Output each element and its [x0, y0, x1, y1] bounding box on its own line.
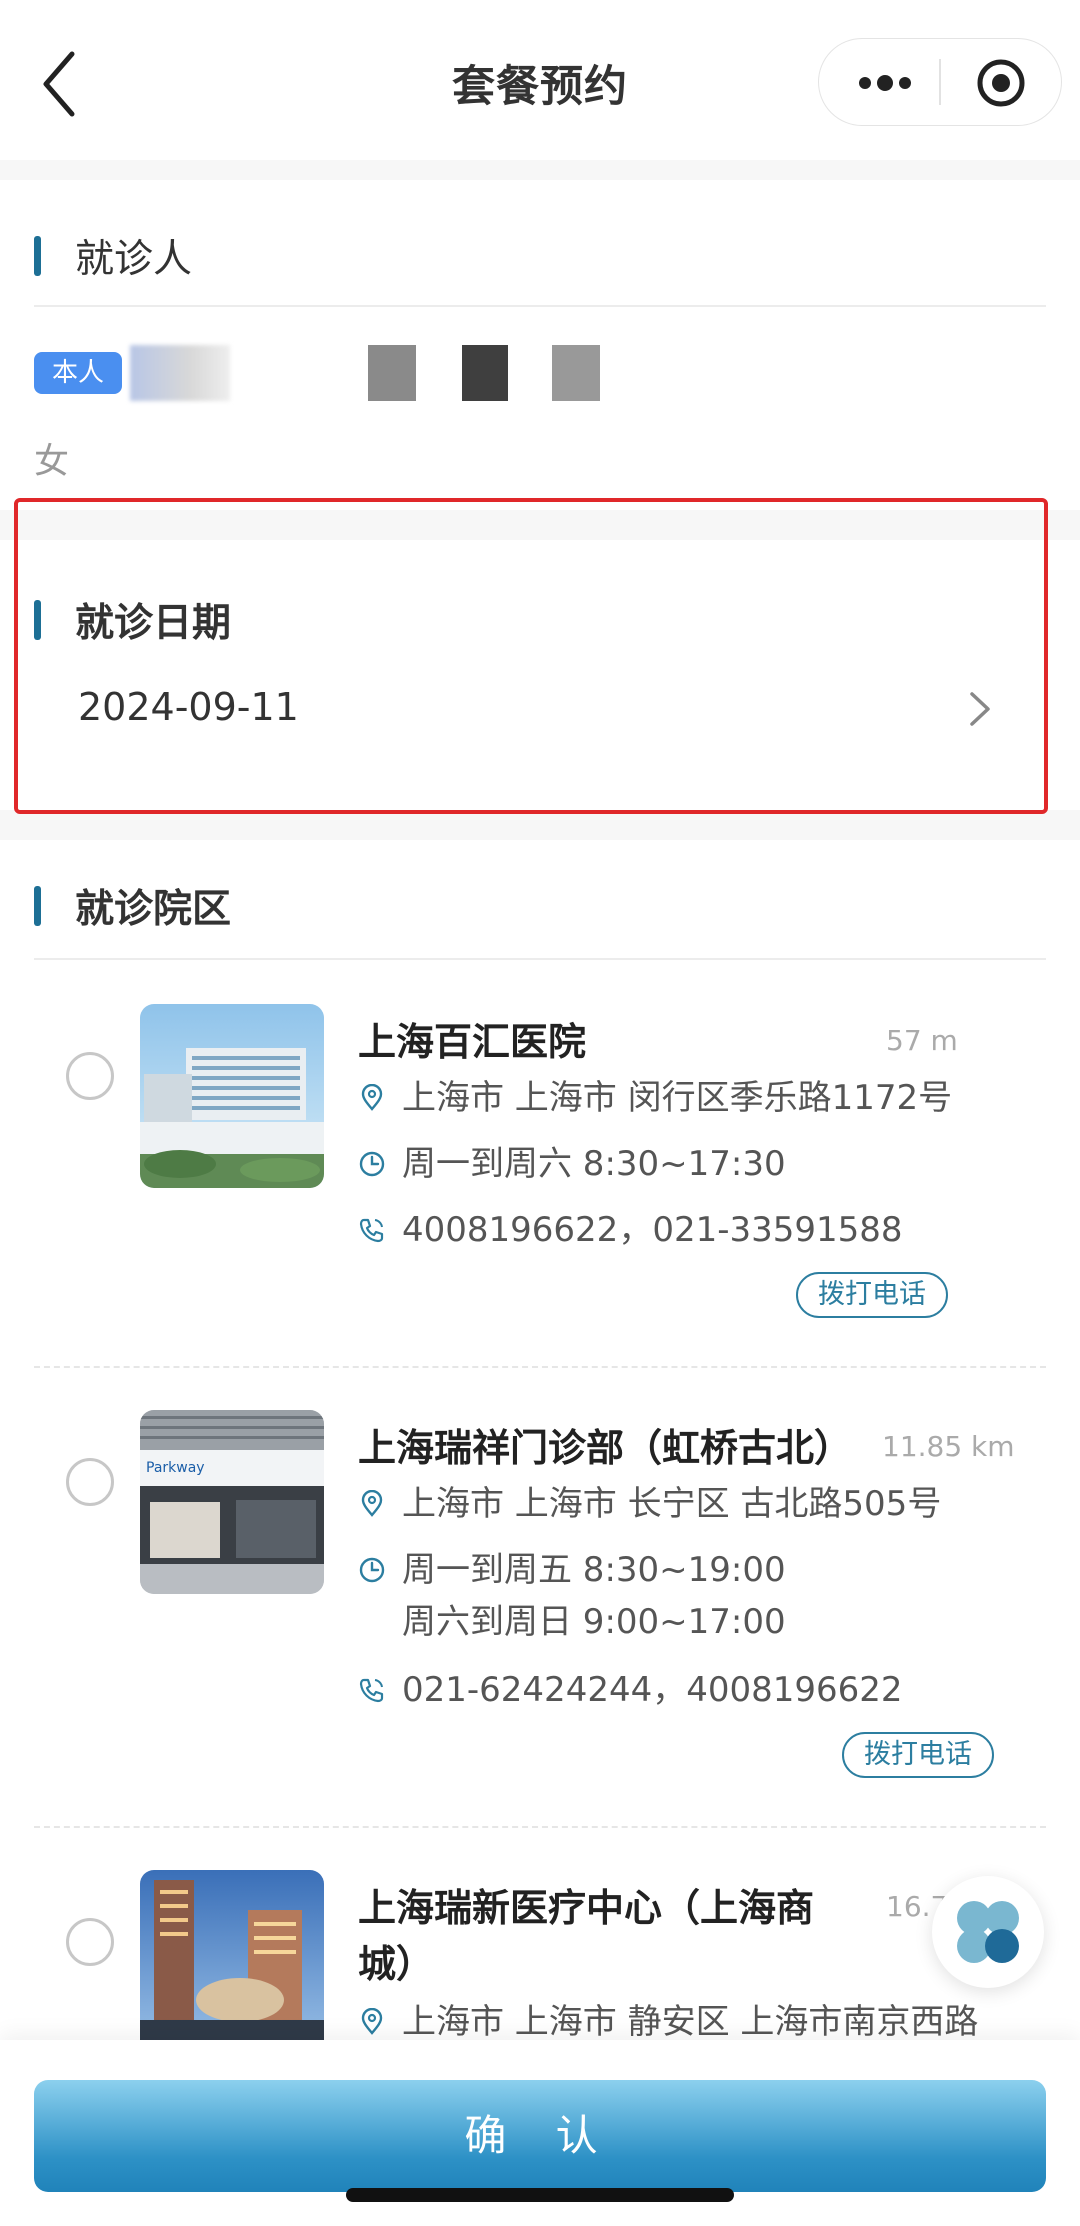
clock-icon	[359, 1151, 385, 1177]
hospital-phone-row: 4008196622，021-33591588	[358, 1204, 903, 1256]
page: 套餐预约 就诊人 本人 女 就诊日期 2024-09-11 就诊院区 上海百汇医…	[0, 0, 1080, 2226]
hospital-address-row: 上海市 上海市 长宁区 古北路505号	[358, 1478, 941, 1530]
hospital-hours: 周一到周六 8:30~17:30	[402, 1144, 786, 1184]
dashed-divider	[34, 1366, 1046, 1368]
hospital-address: 上海市 上海市 长宁区 古北路505号	[402, 1484, 942, 1524]
redacted-name	[130, 345, 230, 401]
redacted-block	[552, 345, 600, 401]
dashed-divider	[34, 1826, 1046, 1828]
self-tag: 本人	[34, 352, 122, 394]
divider	[34, 305, 1046, 307]
patient-section-header: 就诊人	[34, 228, 192, 284]
redacted-block	[462, 345, 508, 401]
hospital-distance: 11.85 km	[882, 1430, 1015, 1463]
hospital-address-row: 上海市 上海市 闵行区季乐路1172号	[358, 1072, 952, 1124]
call-button[interactable]: 拨打电话	[796, 1272, 948, 1318]
hospital-address-row: 上海市 上海市 静安区 上海市南京西路	[358, 1996, 978, 2046]
clover-icon	[957, 1901, 1019, 1963]
hospital-item[interactable]: 上海瑞新医疗中心（上海商 城） 16.7 上海市 上海市 静安区 上海市南京西路	[0, 1856, 1080, 2046]
hospital-hours-line: 周一到周五 8:30~19:00	[402, 1550, 786, 1590]
redacted-block	[368, 345, 416, 401]
hospital-phone: 4008196622，021-33591588	[402, 1210, 903, 1250]
divider	[34, 958, 1046, 960]
campus-section-title: 就诊院区	[75, 887, 232, 932]
more-icon[interactable]	[855, 65, 915, 101]
hospital-name-continued: 城）	[358, 1942, 435, 1986]
home-indicator	[346, 2188, 734, 2202]
section-accent-bar	[34, 886, 41, 926]
hospital-radio[interactable]	[66, 1458, 114, 1506]
call-button[interactable]: 拨打电话	[842, 1732, 994, 1778]
floating-menu-button[interactable]	[932, 1876, 1044, 1988]
hospital-radio[interactable]	[66, 1052, 114, 1100]
hospital-hours-line: 周六到周日 9:00~17:00	[402, 1602, 786, 1642]
hospital-photo	[140, 1870, 324, 2046]
hospital-name: 上海瑞新医疗中心（上海商	[358, 1886, 815, 1930]
hospital-hours: 周一到周五 8:30~19:00 周六到周日 9:00~17:00	[402, 1544, 786, 1648]
confirm-button[interactable]: 确 认	[34, 2080, 1046, 2192]
campus-section-header: 就诊院区	[34, 878, 231, 934]
hospital-name: 上海百汇医院	[358, 1020, 587, 1064]
hospital-phone: 021-62424244，4008196622	[402, 1670, 903, 1710]
hospital-radio[interactable]	[66, 1918, 114, 1966]
location-pin-icon	[361, 2008, 383, 2035]
patient-section-title: 就诊人	[75, 237, 193, 282]
hospital-name: 上海瑞祥门诊部（虹桥古北）	[358, 1426, 853, 1470]
hospital-photo: Parkway	[140, 1410, 324, 1594]
highlight-box	[14, 498, 1048, 814]
hospital-address: 上海市 上海市 静安区 上海市南京西路	[402, 2002, 979, 2042]
phone-icon	[359, 1678, 384, 1703]
nav-bar: 套餐预约	[0, 0, 1080, 160]
mini-program-capsule	[818, 38, 1062, 126]
clock-icon	[359, 1557, 385, 1583]
capsule-divider	[939, 59, 941, 105]
close-target-icon[interactable]	[975, 57, 1027, 109]
svg-text:Parkway: Parkway	[146, 1460, 205, 1476]
patient-gender: 女	[34, 442, 70, 482]
hospital-address: 上海市 上海市 闵行区季乐路1172号	[402, 1078, 953, 1118]
hospital-item[interactable]: Parkway 上海瑞祥门诊部（虹桥古北） 11.85 km 上海市 上海市 长…	[0, 1396, 1080, 1816]
hospital-hours-row: 周一到周六 8:30~17:30	[358, 1138, 786, 1190]
location-pin-icon	[361, 1490, 383, 1517]
location-pin-icon	[361, 1084, 383, 1111]
hospital-item[interactable]: 上海百汇医院 57 m 上海市 上海市 闵行区季乐路1172号 周一到周六 8:…	[0, 990, 1080, 1350]
phone-icon	[359, 1218, 384, 1243]
section-accent-bar	[34, 236, 41, 276]
hospital-photo	[140, 1004, 324, 1188]
hospital-phone-row: 021-62424244，4008196622	[358, 1664, 903, 1716]
hospital-distance: 57 m	[886, 1024, 958, 1057]
hospital-hours-row: 周一到周五 8:30~19:00 周六到周日 9:00~17:00	[358, 1544, 786, 1648]
